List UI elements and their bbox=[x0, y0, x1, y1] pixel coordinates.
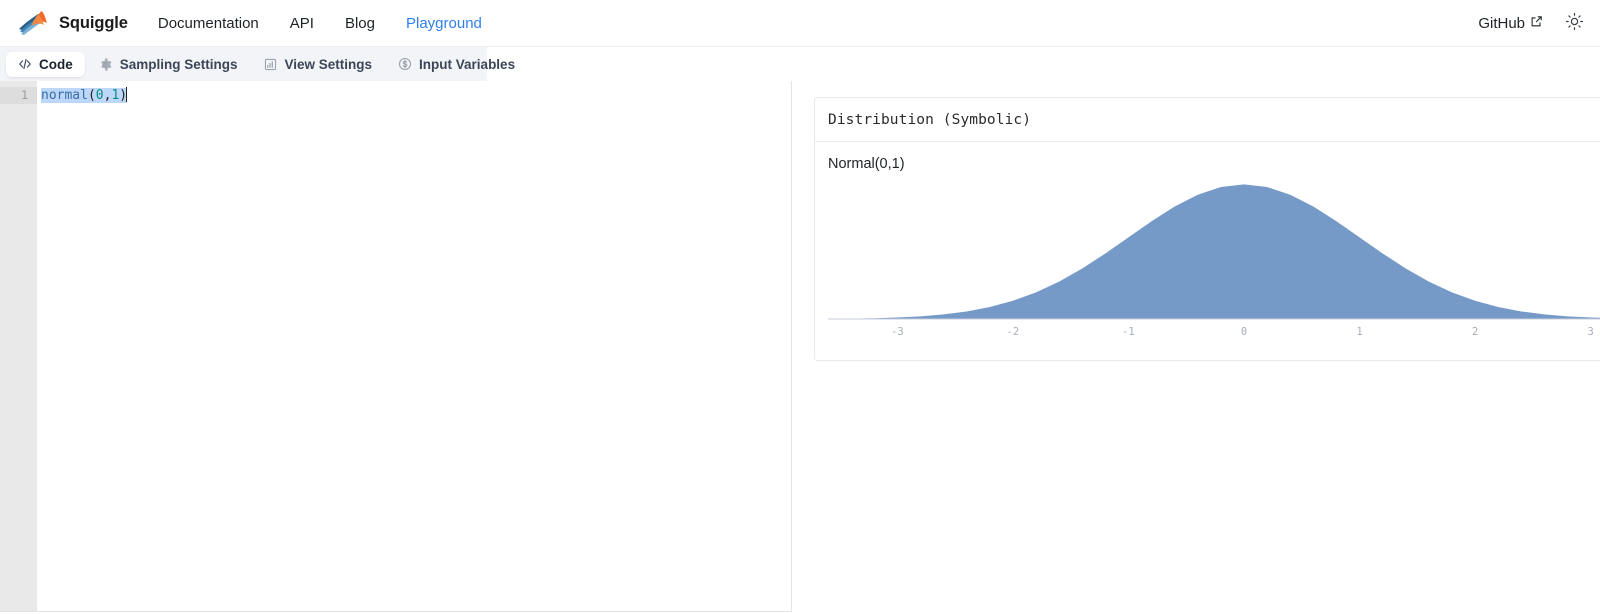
nav-link-playground[interactable]: Playground bbox=[406, 15, 482, 32]
editor-gutter: 1 bbox=[0, 81, 37, 611]
tab-sampling-settings[interactable]: Sampling Settings bbox=[87, 52, 250, 77]
line-number: 1 bbox=[0, 87, 37, 104]
chart-square-icon bbox=[264, 57, 278, 71]
text-caret bbox=[126, 87, 128, 102]
primary-nav: Documentation API Blog Playground bbox=[158, 15, 482, 32]
tab-view-settings[interactable]: View Settings bbox=[252, 52, 385, 77]
distribution-chart[interactable]: -3 -2 -1 0 1 2 3 bbox=[828, 180, 1600, 342]
x-tick-label: -2 bbox=[1006, 326, 1020, 338]
result-pane: Distribution (Symbolic) Normal(0,1) -3 -2… bbox=[792, 81, 1600, 361]
sun-icon bbox=[1565, 12, 1584, 34]
code-token-function: normal bbox=[41, 88, 88, 103]
x-tick-label: -1 bbox=[1122, 326, 1135, 338]
tab-code[interactable]: Code bbox=[6, 51, 85, 77]
nav-link-blog[interactable]: Blog bbox=[345, 15, 375, 32]
result-card-body: Normal(0,1) -3 -2 -1 0 1 2 3 bbox=[815, 142, 1600, 360]
code-line-1: normal(0,1) bbox=[41, 87, 791, 104]
tab-input-variables-label: Input Variables bbox=[419, 56, 516, 72]
external-link-icon bbox=[1530, 15, 1543, 32]
nav-link-documentation[interactable]: Documentation bbox=[158, 15, 259, 32]
playground-tabbar: Code Sampling Settings View Settings Inp… bbox=[0, 47, 515, 81]
nav-link-api[interactable]: API bbox=[290, 15, 314, 32]
gear-icon bbox=[99, 57, 113, 71]
distribution-chart-svg bbox=[828, 184, 1600, 320]
squiggle-wave-logo-icon bbox=[18, 10, 48, 36]
code-brackets-icon bbox=[18, 57, 32, 71]
code-input[interactable]: normal(0,1) bbox=[37, 81, 791, 611]
brand-home-link[interactable]: Squiggle bbox=[18, 10, 128, 36]
currency-circle-icon bbox=[398, 57, 412, 71]
x-tick-label: 3 bbox=[1587, 326, 1594, 338]
distribution-area-path bbox=[828, 184, 1600, 319]
distribution-label: Normal(0,1) bbox=[828, 156, 905, 172]
x-tick-label: 2 bbox=[1471, 326, 1479, 338]
navbar-right-group: GitHub bbox=[1478, 12, 1584, 34]
code-editor-pane[interactable]: 1 normal(0,1) bbox=[0, 81, 792, 612]
result-card-header: Distribution (Symbolic) bbox=[815, 98, 1600, 142]
tab-code-label: Code bbox=[39, 56, 73, 72]
playground-workspace: 1 normal(0,1) Distribution (Symbolic) No… bbox=[0, 81, 1600, 612]
distribution-result-card: Distribution (Symbolic) Normal(0,1) -3 -2… bbox=[814, 97, 1600, 361]
x-tick-label: 1 bbox=[1356, 326, 1363, 338]
theme-toggle-button[interactable] bbox=[1565, 12, 1584, 34]
brand-name: Squiggle bbox=[59, 13, 128, 32]
github-link[interactable]: GitHub bbox=[1478, 15, 1543, 32]
github-label: GitHub bbox=[1478, 14, 1525, 32]
tab-input-variables[interactable]: Input Variables bbox=[386, 52, 527, 77]
tab-view-settings-label: View Settings bbox=[284, 56, 373, 72]
top-navbar: Squiggle Documentation API Blog Playgrou… bbox=[0, 0, 1600, 47]
x-tick-label: 0 bbox=[1240, 326, 1248, 338]
code-token-arg-0: 0 bbox=[95, 88, 104, 103]
x-tick-label: -3 bbox=[891, 326, 904, 338]
code-token-open-paren: ( bbox=[87, 88, 96, 103]
tab-sampling-settings-label: Sampling Settings bbox=[119, 56, 238, 72]
x-axis-tick-labels: -3 -2 -1 0 1 2 3 bbox=[828, 324, 1600, 340]
